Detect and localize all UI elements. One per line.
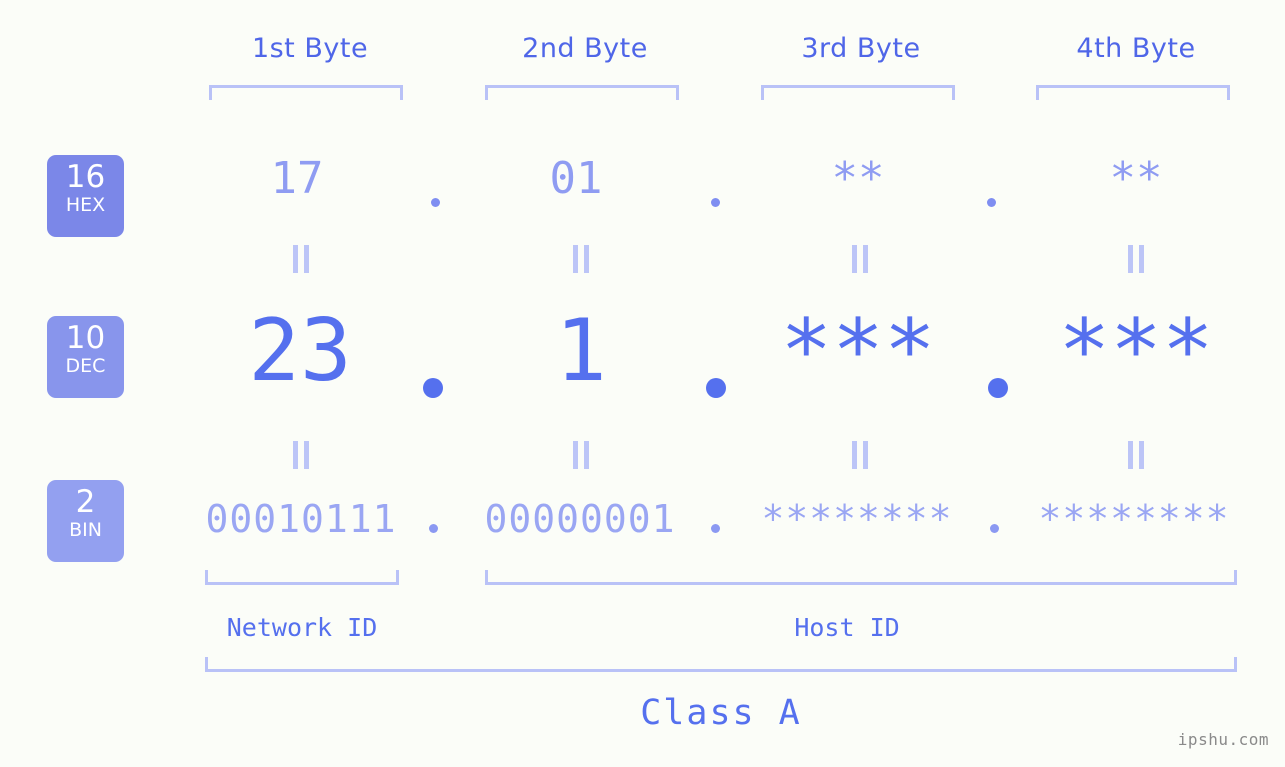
equality-connector-hex-dec-1 xyxy=(181,245,421,273)
byte-label-2: 2nd Byte xyxy=(522,33,648,64)
dec-byte-3: *** xyxy=(780,301,936,401)
hex-byte-1: 17 xyxy=(270,153,324,204)
class-bracket xyxy=(205,657,1237,672)
hex-byte-3: ** xyxy=(831,153,885,204)
equality-connector-hex-dec-3 xyxy=(740,245,980,273)
hex-separator-dot-2 xyxy=(711,198,720,207)
hex-byte-4: ** xyxy=(1109,153,1163,204)
dec-separator-dot-3 xyxy=(988,378,1008,398)
site-watermark: ipshu.com xyxy=(1177,730,1269,749)
radix-badge-hex: 16 HEX xyxy=(47,155,124,237)
radix-badge-bin: 2 BIN xyxy=(47,480,124,562)
dec-separator-dot-1 xyxy=(423,378,443,398)
equality-connector-dec-bin-3 xyxy=(740,441,980,469)
radix-badge-dec-number: 10 xyxy=(65,320,106,356)
byte-bracket-4 xyxy=(1036,85,1230,100)
equality-connector-hex-dec-2 xyxy=(461,245,701,273)
host-id-label: Host ID xyxy=(794,613,900,642)
hex-byte-2: 01 xyxy=(549,153,603,204)
bin-byte-2: 00000001 xyxy=(484,497,676,541)
dec-separator-dot-2 xyxy=(706,378,726,398)
equality-connector-dec-bin-2 xyxy=(461,441,701,469)
radix-badge-bin-name: BIN xyxy=(69,519,102,541)
dec-byte-1: 23 xyxy=(248,301,352,401)
dec-byte-2: 1 xyxy=(555,301,607,401)
equality-connector-hex-dec-4 xyxy=(1016,245,1256,273)
radix-badge-bin-number: 2 xyxy=(75,484,96,520)
radix-badge-hex-name: HEX xyxy=(65,194,106,216)
radix-badge-hex-number: 16 xyxy=(65,159,106,195)
class-label: Class A xyxy=(640,693,802,733)
bin-separator-dot-1 xyxy=(429,524,438,533)
bin-separator-dot-2 xyxy=(711,524,720,533)
equality-connector-dec-bin-4 xyxy=(1016,441,1256,469)
dec-byte-4: *** xyxy=(1058,301,1214,401)
byte-bracket-3 xyxy=(761,85,955,100)
network-id-bracket xyxy=(205,570,399,585)
equality-connector-dec-bin-1 xyxy=(181,441,421,469)
byte-label-3: 3rd Byte xyxy=(801,33,921,64)
byte-bracket-1 xyxy=(209,85,403,100)
bin-byte-4: ******** xyxy=(1038,497,1230,541)
hex-separator-dot-3 xyxy=(987,198,996,207)
radix-badge-dec-name: DEC xyxy=(65,355,106,377)
host-id-bracket xyxy=(485,570,1237,585)
bin-separator-dot-3 xyxy=(990,524,999,533)
ip-address-breakdown-diagram: 1st Byte 2nd Byte 3rd Byte 4th Byte 16 H… xyxy=(0,0,1285,767)
byte-label-1: 1st Byte xyxy=(251,33,369,64)
byte-label-4: 4th Byte xyxy=(1076,33,1196,64)
byte-bracket-2 xyxy=(485,85,679,100)
bin-byte-3: ******** xyxy=(761,497,953,541)
hex-separator-dot-1 xyxy=(431,198,440,207)
radix-badge-dec: 10 DEC xyxy=(47,316,124,398)
network-id-label: Network ID xyxy=(226,613,378,642)
bin-byte-1: 00010111 xyxy=(205,497,397,541)
